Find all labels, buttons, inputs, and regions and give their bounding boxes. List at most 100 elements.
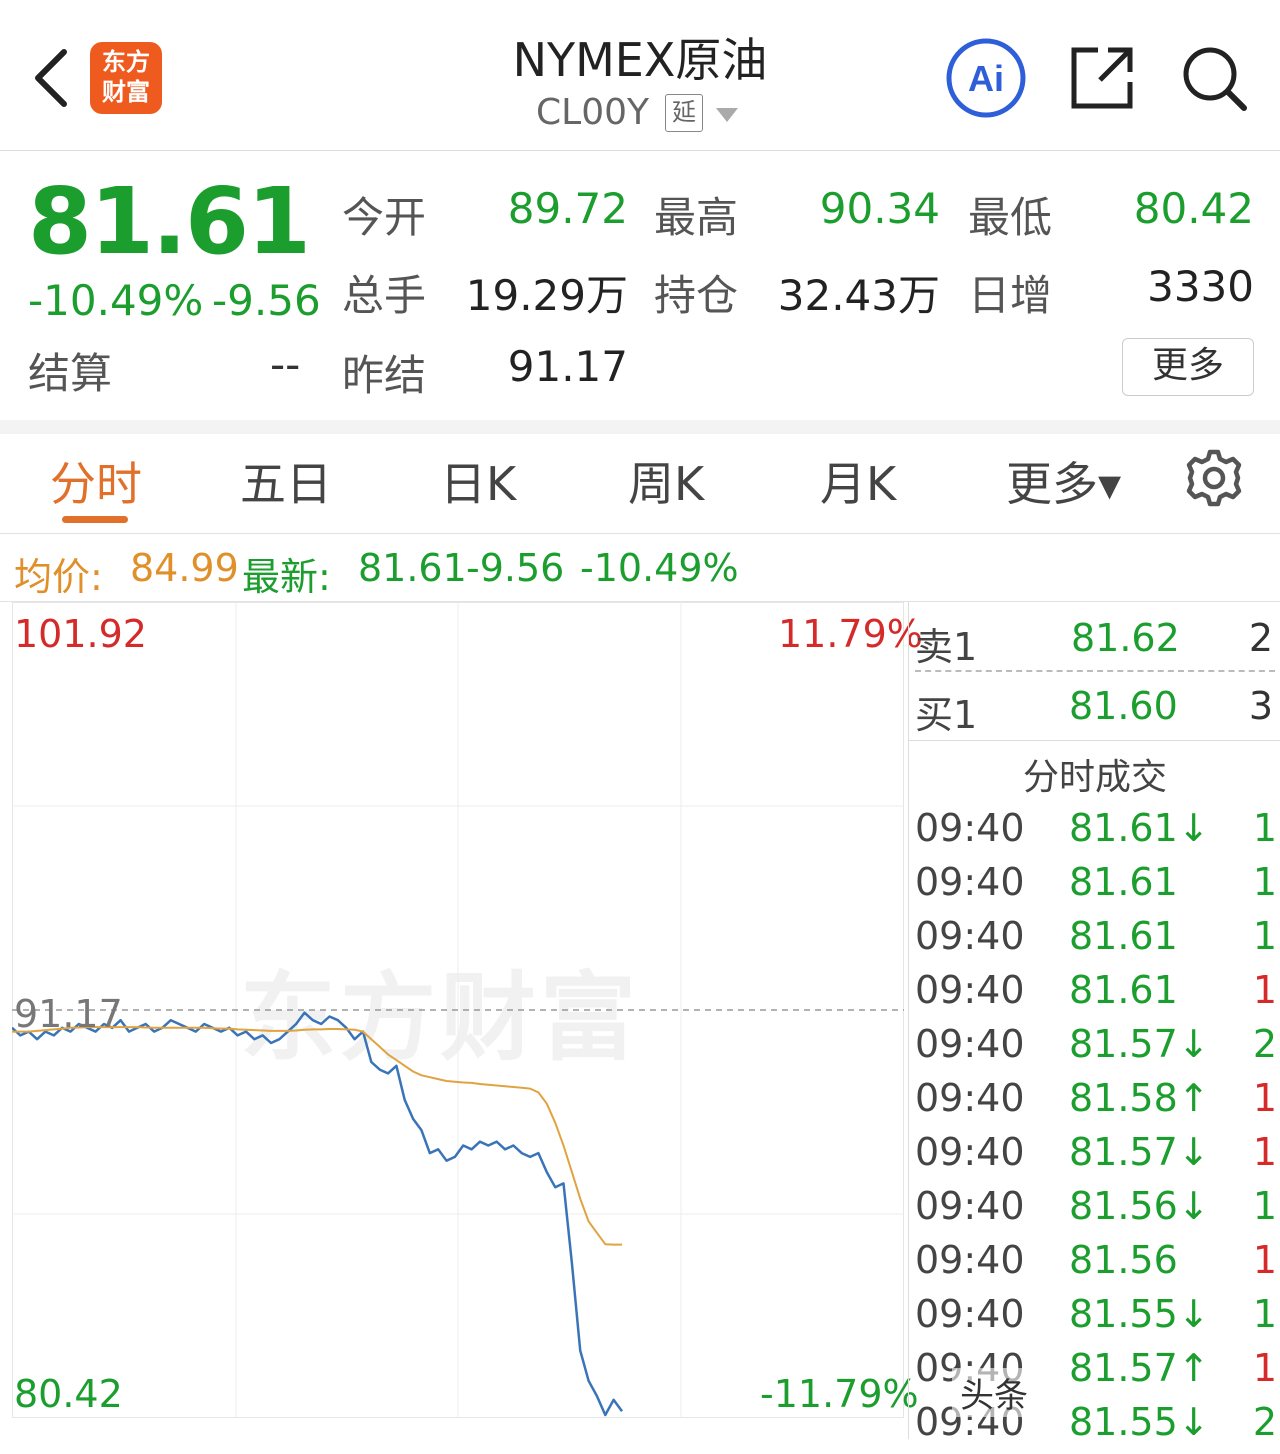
tab-0[interactable]: 分时 [50,448,142,514]
tab-1[interactable]: 五日 [240,448,332,514]
tick-row[interactable]: 09:40 81.57↓ 1 [909,1130,1280,1184]
tick-volume: 1 [1252,914,1277,958]
buy-1-row[interactable]: 买1 81.60 3 [909,674,1280,737]
tick-row[interactable]: 09:40 81.56↓ 1 [909,1184,1280,1238]
tick-volume: 1 [1252,1346,1277,1390]
quote-label-6: 昨结 [342,351,427,400]
tick-row[interactable]: 09:40 81.55↓ 1 [909,1292,1280,1346]
tick-time: 09:40 [915,806,1025,850]
tick-volume: 1 [1252,1076,1277,1120]
tick-price: 81.61 [1069,968,1178,1012]
tick-price: 81.56↓ [1069,1184,1210,1228]
tick-time: 09:40 [915,1022,1025,1066]
tick-row[interactable]: 09:40 81.57↓ 2 [909,1022,1280,1076]
tick-volume: 2 [1252,1022,1277,1066]
tab-3[interactable]: 周K [628,448,704,514]
sell-1-row[interactable]: 卖1 81.62 2 [909,606,1280,669]
divider [0,533,1280,534]
tick-row[interactable]: 09:40 81.61↓ 1 [909,806,1280,860]
tick-price: 81.57↓ [1069,1022,1210,1066]
quote-value-3: 19.29万 [465,271,628,320]
top-bar: 东方 财富 NYMEX原油 CL00Y 延 Ai [0,0,1280,151]
latest-price-value: 81.61 [358,546,467,590]
tick-volume: 1 [1252,968,1277,1012]
intraday-chart[interactable] [12,602,904,1418]
sell-1-volume: 2 [1248,616,1273,660]
tick-price: 81.61 [1069,860,1178,904]
tick-volume: 1 [1252,1130,1277,1174]
change-percent: -10.49% [28,276,204,325]
orderbook-divider [915,670,1275,672]
quote-label-0: 今开 [342,193,427,242]
tick-price: 81.57↓ [1069,1130,1210,1174]
divider [0,420,1280,434]
tick-time: 09:40 [915,1184,1025,1228]
caret-down-icon[interactable] [714,106,740,124]
tick-price: 81.55↓ [1069,1400,1210,1444]
settle-label: 结算 [28,349,113,398]
quote-label-4: 持仓 [654,271,739,320]
tick-volume: 2 [1252,1400,1277,1444]
tick-price: 81.58↑ [1069,1076,1210,1120]
tick-time: 09:40 [915,914,1025,958]
tab-2[interactable]: 日K [440,448,516,514]
active-tab-indicator [62,516,128,523]
tick-volume: 1 [1252,860,1277,904]
share-icon[interactable] [1068,44,1136,112]
quote-label-1: 最高 [654,193,739,242]
buy-1-volume: 3 [1248,684,1273,728]
tab-5[interactable]: 更多▾ [1006,448,1121,514]
tick-time: 09:40 [915,860,1025,904]
more-quote-button[interactable]: 更多 [1122,338,1254,396]
y-axis-reference: 91.17 [14,992,123,1036]
quote-value-4: 32.43万 [777,271,940,320]
tick-row[interactable]: 09:40 81.58↑ 1 [909,1076,1280,1130]
sell-1-price: 81.62 [1071,616,1180,660]
tick-row[interactable]: 09:40 81.56 1 [909,1238,1280,1292]
tick-price: 81.61 [1069,914,1178,958]
svg-text:Ai: Ai [968,58,1004,99]
change-amount: -9.56 [212,276,321,325]
trade-panel: 卖1 81.62 2 买1 81.60 3 分时成交 09:40 81.61↓ 1 0… [908,602,1280,1444]
y-axis-max: 101.92 [14,612,147,656]
quote-value-5: 3330 [1147,262,1254,311]
quote-value-6: 91.17 [507,342,628,391]
tick-row[interactable]: 09:40 81.61 1 [909,968,1280,1022]
quote-value-2: 80.42 [1133,184,1254,233]
search-icon[interactable] [1180,44,1250,114]
tick-time: 09:40 [915,1292,1025,1336]
y-axis-max-percent: 11.79% [778,612,923,656]
y-axis-min-percent: -11.79% [760,1372,919,1416]
quote-value-1: 90.34 [819,184,940,233]
tick-price: 81.61↓ [1069,806,1210,850]
delay-badge: 延 [665,94,703,132]
divider [909,740,1280,741]
ai-assistant-icon[interactable]: Ai [944,36,1028,120]
tab-4[interactable]: 月K [820,448,896,514]
tick-price: 81.57↑ [1069,1346,1210,1390]
tick-volume: 1 [1252,1238,1277,1282]
y-axis-min: 80.42 [14,1372,123,1416]
quote-value-0: 89.72 [507,184,628,233]
quote-label-5: 日增 [968,271,1053,320]
average-price-line [12,1026,622,1246]
avg-price-label: 均价: [14,555,103,599]
buy-1-price: 81.60 [1069,684,1178,728]
tick-row[interactable]: 09:40 81.61 1 [909,914,1280,968]
tick-row[interactable]: 09:40 81.61 1 [909,860,1280,914]
chart-grid [12,602,904,1418]
latest-change: -9.56 [466,546,565,590]
gear-icon[interactable] [1184,448,1244,508]
tick-time: 09:40 [915,1238,1025,1282]
contract-code[interactable]: CL00Y [536,92,649,133]
tick-volume: 1 [1252,806,1277,850]
tick-time: 09:40 [915,1130,1025,1174]
sell-1-label: 卖1 [915,625,978,669]
quote-label-2: 最低 [968,193,1053,242]
footer-watermark: 头条 [952,1368,1036,1417]
tick-time: 09:40 [915,1076,1025,1120]
ticks-title: 分时成交 [1022,757,1167,798]
latest-change-percent: -10.49% [580,546,739,590]
avg-price-value: 84.99 [130,546,239,590]
tick-price: 81.55↓ [1069,1292,1210,1336]
